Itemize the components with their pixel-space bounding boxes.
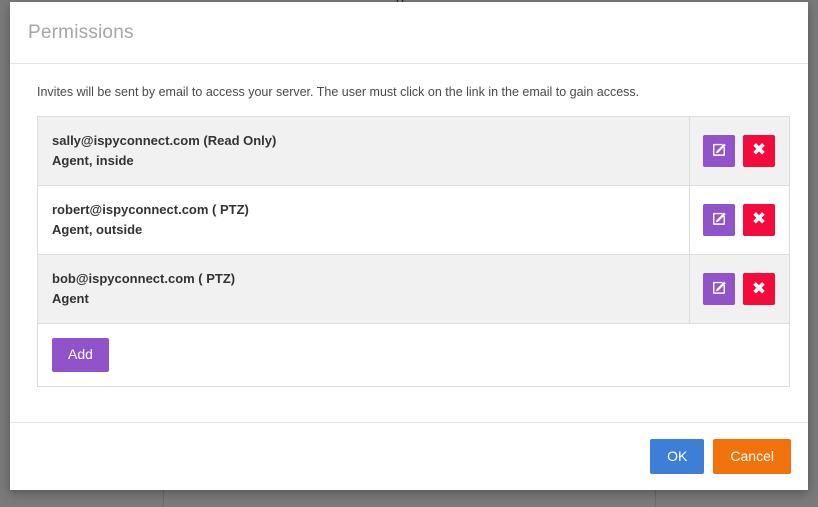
edit-pencil-square-icon xyxy=(711,141,728,161)
permissions-dialog: Permissions Invites will be sent by emai… xyxy=(10,2,808,490)
cancel-button[interactable]: Cancel xyxy=(713,439,791,474)
permission-scope: Agent, inside xyxy=(52,152,134,168)
row-actions: ✖ xyxy=(689,116,789,185)
close-x-icon: ✖ xyxy=(751,278,767,299)
permission-scope: Agent xyxy=(52,291,89,307)
permission-details: sally@ispyconnect.com (Read Only) Agent,… xyxy=(38,117,689,185)
edit-pencil-square-icon xyxy=(711,210,728,230)
dialog-title: Permissions xyxy=(28,21,134,43)
delete-button[interactable]: ✖ xyxy=(743,134,775,167)
table-row: bob@ispyconnect.com ( PTZ) Agent ✖ xyxy=(38,255,789,325)
permission-email: bob@ispyconnect.com ( PTZ) xyxy=(52,271,236,287)
delete-button[interactable]: ✖ xyxy=(743,273,775,306)
add-row: Add xyxy=(38,324,789,387)
edit-button[interactable] xyxy=(703,134,735,167)
edit-button[interactable] xyxy=(703,273,735,306)
edit-button[interactable] xyxy=(703,203,735,236)
ok-button[interactable]: OK xyxy=(650,439,705,474)
permission-details: bob@ispyconnect.com ( PTZ) Agent xyxy=(38,255,689,323)
close-x-icon: ✖ xyxy=(751,209,767,230)
edit-pencil-square-icon xyxy=(711,279,728,299)
row-actions: ✖ xyxy=(689,255,789,324)
delete-button[interactable]: ✖ xyxy=(743,203,775,236)
table-row: robert@ispyconnect.com ( PTZ) Agent, out… xyxy=(38,185,789,256)
permission-scope: Agent, outside xyxy=(52,221,143,237)
dialog-body: Invites will be sent by email to access … xyxy=(10,64,808,387)
permission-details: robert@ispyconnect.com ( PTZ) Agent, out… xyxy=(38,186,689,254)
dialog-footer: OK Cancel xyxy=(10,422,808,490)
dialog-header: Permissions xyxy=(10,2,808,64)
row-actions: ✖ xyxy=(689,185,789,255)
table-row: sally@ispyconnect.com (Read Only) Agent,… xyxy=(38,116,789,186)
permission-email: sally@ispyconnect.com (Read Only) xyxy=(52,132,277,148)
add-button[interactable]: Add xyxy=(52,338,109,372)
intro-text: Invites will be sent by email to access … xyxy=(37,85,640,99)
permission-email: robert@ispyconnect.com ( PTZ) xyxy=(52,201,249,217)
close-x-icon: ✖ xyxy=(751,140,767,161)
permissions-list: sally@ispyconnect.com (Read Only) Agent,… xyxy=(37,115,790,387)
